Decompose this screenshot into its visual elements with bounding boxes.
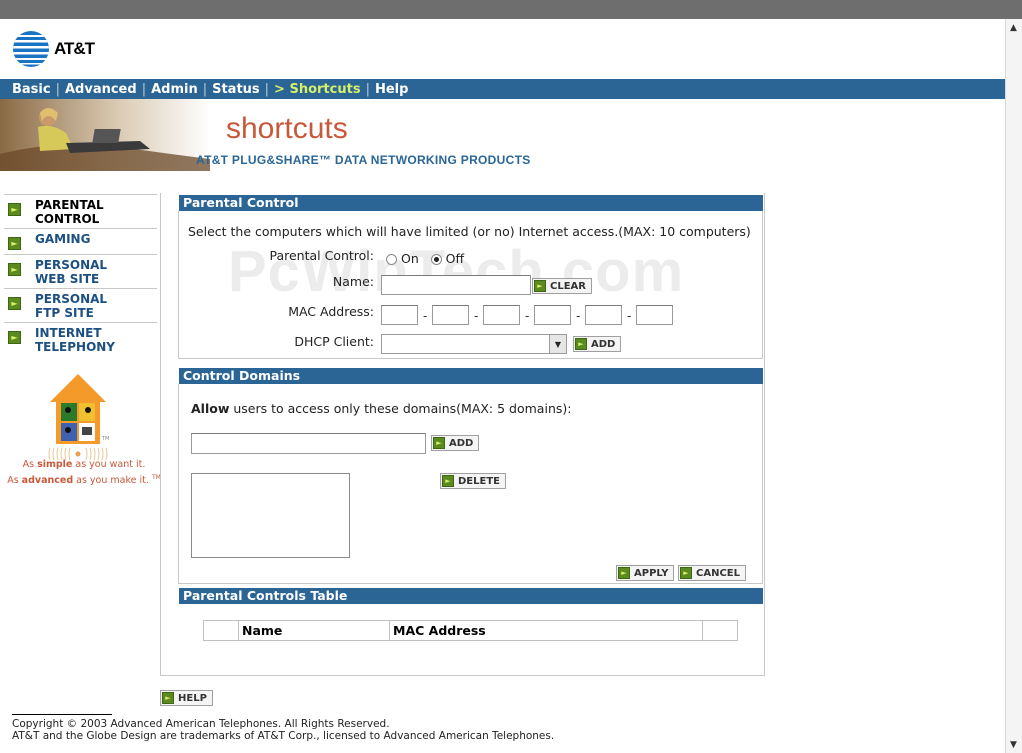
mac-octet-1[interactable]: [381, 305, 418, 325]
nav-shortcuts[interactable]: > Shortcuts: [274, 82, 361, 97]
sidebar-item-parental-control[interactable]: ► PARENTAL CONTROL: [4, 194, 157, 229]
parental-controls-table: Name MAC Address: [203, 620, 738, 641]
domain-list[interactable]: [191, 473, 350, 558]
nav-admin[interactable]: Admin: [151, 82, 198, 97]
mac-octet-6[interactable]: [636, 305, 673, 325]
window-title-bar: [0, 0, 1022, 19]
section-header-control-domains: Control Domains: [179, 368, 763, 384]
nav-separator: |: [264, 81, 270, 97]
table-header-name: Name: [238, 620, 390, 641]
arrow-icon: ►: [442, 475, 454, 487]
mac-octet-4[interactable]: [534, 305, 571, 325]
banner-title: shortcuts: [226, 112, 348, 145]
sidebar-item-personal-web-site[interactable]: ► PERSONAL WEB SITE: [4, 255, 157, 289]
content-divider: [160, 193, 161, 676]
mac-separator: -: [576, 309, 581, 323]
arrow-icon: ►: [680, 567, 692, 579]
section-header-parental-control: Parental Control: [179, 195, 763, 211]
arrow-icon: ►: [433, 437, 445, 449]
domain-input[interactable]: [191, 433, 426, 454]
nav-advanced[interactable]: Advanced: [65, 82, 137, 97]
parental-control-radio-group: On Off: [386, 251, 464, 266]
arrow-icon: ►: [534, 280, 546, 292]
mac-octet-3[interactable]: [483, 305, 520, 325]
mac-address-label: MAC Address:: [288, 304, 374, 319]
banner-subtitle: AT&T PLUG&SHARE™ DATA NETWORKING PRODUCT…: [196, 153, 531, 167]
parental-control-description: Select the computers which will have lim…: [188, 224, 751, 239]
radio-on-label: On: [400, 251, 419, 266]
clear-button[interactable]: ► CLEAR: [532, 278, 592, 294]
svg-text:TM: TM: [101, 436, 109, 442]
arrow-icon: ►: [575, 338, 587, 350]
vertical-scrollbar[interactable]: [1005, 19, 1022, 753]
arrow-icon: ►: [8, 297, 21, 310]
nav-basic[interactable]: Basic: [12, 82, 51, 97]
table-header-cell: [203, 620, 239, 641]
radio-on[interactable]: [386, 254, 397, 265]
sidebar-item-label: INTERNET TELEPHONY: [35, 326, 115, 354]
mac-octet-2[interactable]: [432, 305, 469, 325]
delete-domain-button[interactable]: ► DELETE: [440, 473, 506, 489]
att-globe-icon: [13, 31, 49, 67]
sidebar-item-personal-ftp-site[interactable]: ► PERSONAL FTP SITE: [4, 289, 157, 323]
sidebar-item-label: PARENTAL CONTROL: [35, 198, 104, 226]
allow-description: Allow users to access only these domains…: [191, 401, 572, 416]
arrow-icon: ►: [8, 263, 21, 276]
nav-separator: |: [365, 81, 370, 97]
footer-divider: [12, 714, 112, 715]
name-label: Name:: [332, 274, 374, 289]
arrow-icon: ►: [8, 237, 21, 250]
section-header-parental-controls-table: Parental Controls Table: [179, 588, 763, 604]
mac-separator: -: [423, 309, 428, 323]
arrow-icon: ►: [8, 331, 21, 344]
dhcp-client-label: DHCP Client:: [294, 334, 374, 349]
radio-off[interactable]: [430, 254, 442, 265]
name-input[interactable]: [381, 275, 531, 295]
dhcp-client-select[interactable]: ▼: [381, 334, 567, 354]
scroll-up-arrow-icon[interactable]: ▲: [1005, 19, 1022, 36]
arrow-icon: ►: [618, 567, 630, 579]
sidebar-item-gaming[interactable]: ► GAMING: [4, 229, 157, 255]
top-navigation: Basic | Advanced | Admin | Status | > Sh…: [0, 79, 1005, 99]
table-header-row: Name MAC Address: [203, 620, 738, 641]
sidebar-item-label: PERSONAL WEB SITE: [35, 258, 108, 286]
apply-button[interactable]: ► APPLY: [616, 565, 675, 581]
mac-separator: -: [525, 309, 530, 323]
mac-octet-5[interactable]: [585, 305, 622, 325]
banner-photo: [0, 99, 210, 171]
cancel-button[interactable]: ► CANCEL: [678, 565, 746, 581]
att-logo-text: AT&T: [54, 39, 95, 58]
table-header-cell: [702, 620, 738, 641]
add-computer-button[interactable]: ► ADD: [573, 336, 622, 352]
sidebar: ► PARENTAL CONTROL ► GAMING ► PERSONAL WEB…: [4, 194, 157, 356]
scroll-down-arrow-icon[interactable]: ▼: [1005, 736, 1022, 753]
mac-separator: -: [627, 309, 632, 323]
arrow-icon: ►: [8, 203, 21, 216]
sidebar-item-internet-telephony[interactable]: ► INTERNET TELEPHONY: [4, 323, 157, 356]
footer: Copyright © 2003 Advanced American Telep…: [12, 718, 554, 742]
nav-separator: |: [55, 81, 60, 97]
add-domain-button[interactable]: ► ADD: [431, 435, 480, 451]
nav-status[interactable]: Status: [212, 82, 260, 97]
att-logo: AT&T: [12, 30, 95, 68]
footer-trademark: AT&T and the Globe Design are trademarks…: [12, 730, 555, 742]
parental-control-label: Parental Control:: [269, 248, 374, 263]
nav-help[interactable]: Help: [375, 82, 408, 97]
footer-copyright: Copyright © 2003 Advanced American Telep…: [12, 718, 390, 730]
radio-off-label: Off: [445, 251, 465, 266]
nav-separator: |: [202, 81, 208, 97]
table-header-mac-address: MAC Address: [389, 620, 703, 641]
chevron-down-icon[interactable]: ▼: [549, 335, 566, 353]
arrow-icon: ►: [162, 692, 174, 704]
help-button[interactable]: ► HELP: [160, 690, 213, 706]
nav-separator: |: [141, 81, 147, 97]
sidebar-item-label: PERSONAL FTP SITE: [35, 292, 108, 320]
mac-separator: -: [474, 309, 479, 323]
sidebar-item-label: GAMING: [35, 232, 91, 246]
house-tagline: As simple as you want it. As advanced as…: [7, 459, 161, 487]
